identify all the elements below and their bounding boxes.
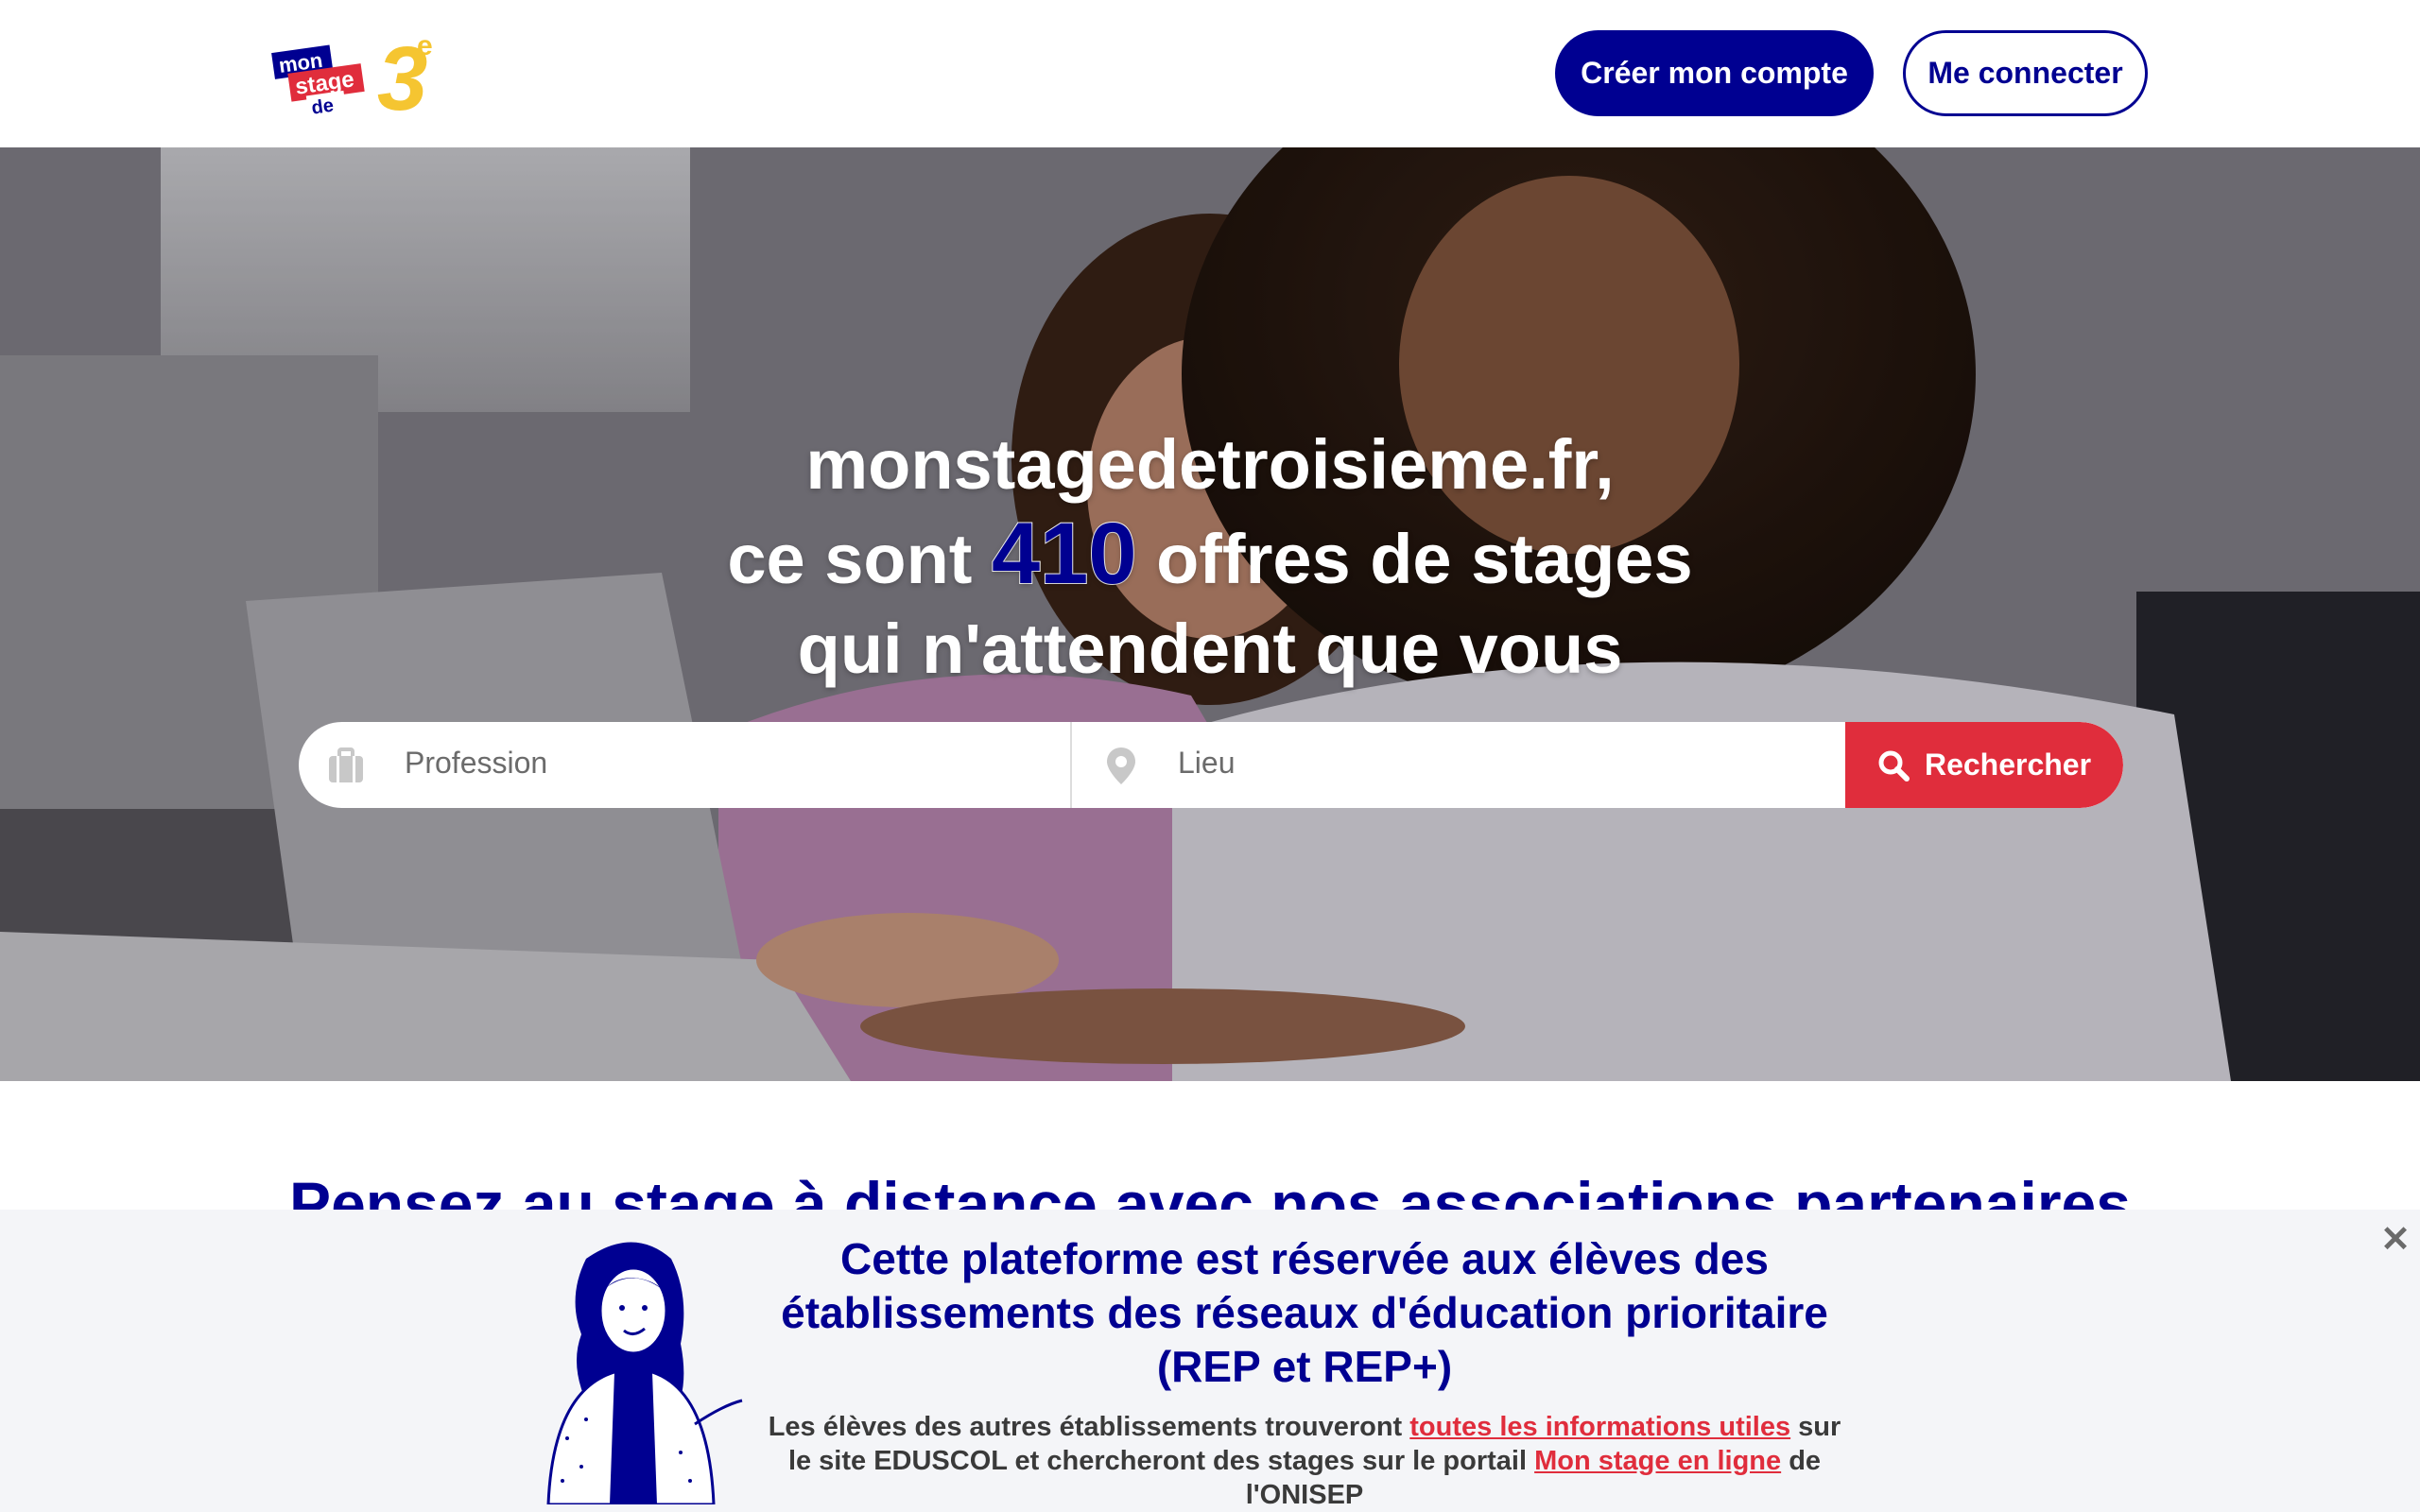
close-banner-button[interactable]: ✕ — [2380, 1222, 2411, 1258]
eduscol-info-link[interactable]: toutes les informations utiles — [1409, 1412, 1790, 1442]
profession-field[interactable]: Profession — [299, 722, 1072, 808]
search-button[interactable]: Rechercher — [1845, 722, 2123, 808]
location-pin-icon — [1107, 747, 1135, 784]
site-header: 3 e mon stage de Créer mon compte Me con… — [0, 0, 2420, 147]
banner-title: Cette plateforme est réservée aux élèves… — [781, 1234, 1828, 1391]
hero-line-2-prefix: ce sont — [727, 520, 993, 598]
hero-line-2-suffix: offres de stages — [1136, 520, 1693, 598]
banner-text-part-1: Les élèves des autres établissements tro… — [768, 1412, 1410, 1442]
location-field[interactable]: Lieu — [1072, 722, 1845, 808]
site-logo[interactable]: 3 e mon stage de — [271, 28, 432, 119]
hero-line-3: qui n'attendent que vous — [797, 610, 1623, 688]
search-bar: Profession Lieu Rechercher — [299, 722, 2123, 808]
hero-line-1: monstagedetroisieme.fr, — [805, 425, 1615, 504]
offer-count: 410 — [991, 506, 1137, 602]
mon-stage-en-ligne-link[interactable]: Mon stage en ligne — [1534, 1446, 1781, 1476]
search-button-label: Rechercher — [1924, 747, 2092, 782]
profession-input[interactable]: Profession — [405, 746, 547, 781]
briefcase-icon — [329, 747, 363, 782]
hero-headline: monstagedetroisieme.fr, ce sont 410 offr… — [0, 420, 2420, 694]
banner-text: Les élèves des autres établissements tro… — [766, 1410, 1843, 1512]
hero-section: monstagedetroisieme.fr, ce sont 410 offr… — [0, 147, 2420, 1081]
location-input[interactable]: Lieu — [1178, 746, 1236, 781]
svg-text:de: de — [310, 95, 335, 119]
create-account-button[interactable]: Créer mon compte — [1555, 30, 1874, 116]
student-illustration — [546, 1242, 743, 1504]
login-button[interactable]: Me connecter — [1903, 30, 2148, 116]
svg-text:e: e — [417, 30, 432, 61]
search-icon — [1878, 750, 1910, 782]
hero-line-2: ce sont 410 offres de stages — [0, 506, 2420, 604]
